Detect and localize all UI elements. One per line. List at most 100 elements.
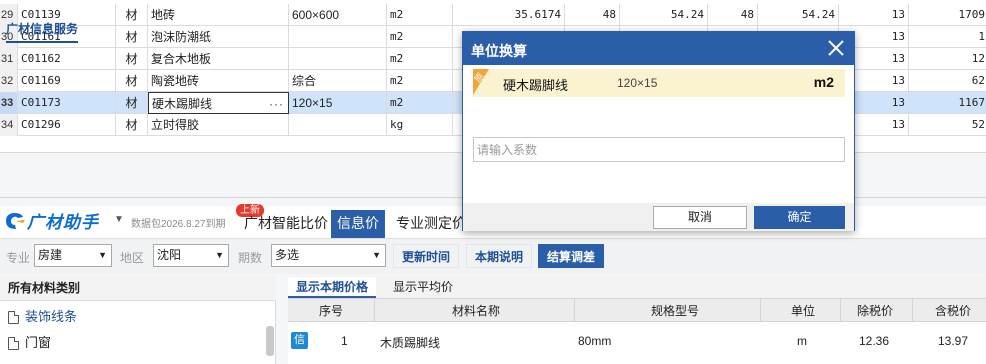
material-unit-text: kg bbox=[390, 118, 404, 131]
market-price-taxed[interactable]: 54.24 bbox=[758, 4, 839, 26]
material-code[interactable]: C01296 bbox=[18, 114, 116, 136]
category-item[interactable]: 装饰线条 bbox=[8, 307, 77, 327]
coefficient-input[interactable] bbox=[473, 137, 845, 162]
material-name[interactable]: 陶瓷地砖 bbox=[148, 70, 289, 92]
column-header-index[interactable]: 序号 bbox=[319, 302, 343, 319]
column-header-pretax[interactable]: 除税价 bbox=[857, 302, 893, 319]
price-pretax[interactable]: 48 bbox=[565, 4, 620, 26]
material-spec[interactable]: 120×15 bbox=[289, 92, 387, 114]
total-amount[interactable]: 1 bbox=[909, 26, 986, 48]
material-spec[interactable]: 综合 bbox=[289, 70, 387, 92]
ok-button[interactable]: 确定 bbox=[754, 206, 845, 229]
material-type[interactable]: 材 bbox=[116, 70, 148, 92]
period-select[interactable]: 多选 ▼ bbox=[271, 244, 386, 267]
material-unit[interactable]: m2 bbox=[387, 26, 453, 48]
chevron-down-icon[interactable]: ▼ bbox=[114, 214, 124, 225]
tab-smart-price-compare[interactable]: 广材智能比价 bbox=[238, 210, 334, 238]
dialog-titlebar[interactable]: 单位换算 bbox=[463, 32, 854, 65]
market-price-pretax[interactable]: 48 bbox=[708, 4, 758, 26]
tax-rate-text: 13 bbox=[891, 52, 905, 65]
material-type[interactable]: 材 bbox=[116, 4, 148, 26]
market-price-pretax-text: 48 bbox=[740, 8, 754, 21]
material-code[interactable]: C01173 bbox=[18, 92, 116, 114]
material-name[interactable]: 地砖 bbox=[148, 4, 289, 26]
row-number-text: 31 bbox=[1, 53, 14, 65]
material-unit[interactable]: m2 bbox=[387, 92, 453, 114]
material-name[interactable]: 泡沫防潮纸 bbox=[148, 26, 289, 48]
total-amount[interactable]: 1167 bbox=[909, 92, 986, 114]
row-number-text: 32 bbox=[1, 75, 14, 87]
region-select[interactable]: 沈阳 ▼ bbox=[153, 244, 229, 267]
quantity[interactable]: 35.6174 bbox=[453, 4, 565, 26]
tab-professional-price[interactable]: 专业测定价 bbox=[390, 210, 472, 238]
row-unit: m bbox=[797, 334, 807, 348]
material-unit: m2 bbox=[813, 74, 834, 90]
material-type[interactable]: 材 bbox=[116, 48, 148, 70]
material-name-text: 立时得胶 bbox=[151, 118, 200, 132]
column-header-spec[interactable]: 规格型号 bbox=[651, 302, 699, 319]
tax-rate-text: 13 bbox=[891, 118, 905, 131]
row-material-name: 木质踢脚线 bbox=[380, 336, 441, 350]
material-spec[interactable] bbox=[289, 114, 387, 136]
material-type[interactable]: 材 bbox=[116, 26, 148, 48]
document-icon bbox=[8, 310, 19, 324]
close-icon[interactable] bbox=[824, 36, 848, 60]
column-header-taxed[interactable]: 含税价 bbox=[935, 302, 971, 319]
total-amount[interactable]: 52 bbox=[909, 114, 986, 136]
material-spec[interactable] bbox=[289, 26, 387, 48]
total-amount-text: 12 bbox=[971, 52, 985, 65]
table-row[interactable]: 29 C01139 材地砖 600×600 m2 35.6174 48 54.24 48 54.2… bbox=[0, 4, 986, 26]
tab-current-price[interactable]: 显示本期价格 bbox=[288, 277, 377, 298]
major-select-value: 房建 bbox=[38, 248, 63, 262]
material-unit[interactable]: m2 bbox=[387, 70, 453, 92]
chevron-down-icon: ▼ bbox=[215, 250, 224, 260]
material-code[interactable]: C01169 bbox=[18, 70, 116, 92]
material-name-text: 地砖 bbox=[151, 8, 176, 22]
material-name[interactable]: 复合木地板 bbox=[148, 48, 289, 70]
material-type[interactable]: 材 bbox=[116, 92, 148, 114]
material-name[interactable]: 立时得胶 bbox=[148, 114, 289, 136]
material-type[interactable]: 材 bbox=[116, 114, 148, 136]
category-scrollbar[interactable] bbox=[266, 326, 274, 356]
settlement-adjust-button[interactable]: 结算调差 bbox=[538, 244, 605, 268]
tab-average-price[interactable]: 显示平均价 bbox=[385, 277, 461, 298]
material-unit[interactable]: m2 bbox=[387, 4, 453, 26]
row-pretax-price: 12.36 bbox=[859, 334, 890, 348]
material-spec[interactable]: 600×600 bbox=[289, 4, 387, 26]
update-time-button[interactable]: 更新时间 bbox=[393, 244, 460, 268]
cancel-button[interactable]: 取消 bbox=[653, 206, 747, 229]
period-select-value: 多选 bbox=[275, 248, 300, 262]
tax-rate[interactable]: 13 bbox=[839, 4, 909, 26]
total-amount-text: 62 bbox=[971, 74, 985, 87]
total-amount[interactable]: 1709 bbox=[909, 4, 986, 26]
material-code-text: C01296 bbox=[21, 118, 61, 131]
material-unit[interactable]: kg bbox=[387, 114, 453, 136]
material-code[interactable]: C01162 bbox=[18, 48, 116, 70]
total-amount[interactable]: 62 bbox=[909, 70, 986, 92]
material-name[interactable]: 硬木踢脚线 ··· bbox=[148, 92, 289, 114]
category-item[interactable]: 门窗 bbox=[8, 333, 51, 353]
material-name-text: 复合木地板 bbox=[151, 52, 212, 66]
material-unit-text: m2 bbox=[390, 52, 404, 65]
material-name-text: 泡沫防潮纸 bbox=[151, 30, 212, 44]
material-type-text: 材 bbox=[125, 96, 138, 110]
material-type-text: 材 bbox=[125, 74, 138, 88]
material-unit-text: m2 bbox=[390, 74, 404, 87]
price-taxed[interactable]: 54.24 bbox=[620, 4, 708, 26]
tab-info-price[interactable]: 信息价 bbox=[331, 210, 385, 238]
period-notes-button[interactable]: 本期说明 bbox=[466, 244, 533, 268]
tab-material-info-service[interactable]: 广材信息服务 bbox=[6, 20, 79, 43]
material-unit[interactable]: m2 bbox=[387, 48, 453, 70]
region-label: 地区 bbox=[120, 251, 145, 265]
column-header-name[interactable]: 材料名称 bbox=[452, 302, 500, 319]
assistant-logo[interactable]: 广材助手 bbox=[4, 208, 99, 232]
category-item-label: 门窗 bbox=[25, 335, 52, 350]
category-item-label: 装饰线条 bbox=[25, 309, 78, 324]
major-select[interactable]: 房建 ▼ bbox=[34, 244, 112, 267]
tax-rate-text: 13 bbox=[891, 8, 905, 21]
total-amount[interactable]: 12 bbox=[909, 48, 986, 70]
material-spec[interactable] bbox=[289, 48, 387, 70]
more-icon[interactable]: ··· bbox=[269, 93, 284, 113]
material-unit-text: m2 bbox=[390, 8, 404, 21]
column-header-unit[interactable]: 单位 bbox=[791, 302, 815, 319]
